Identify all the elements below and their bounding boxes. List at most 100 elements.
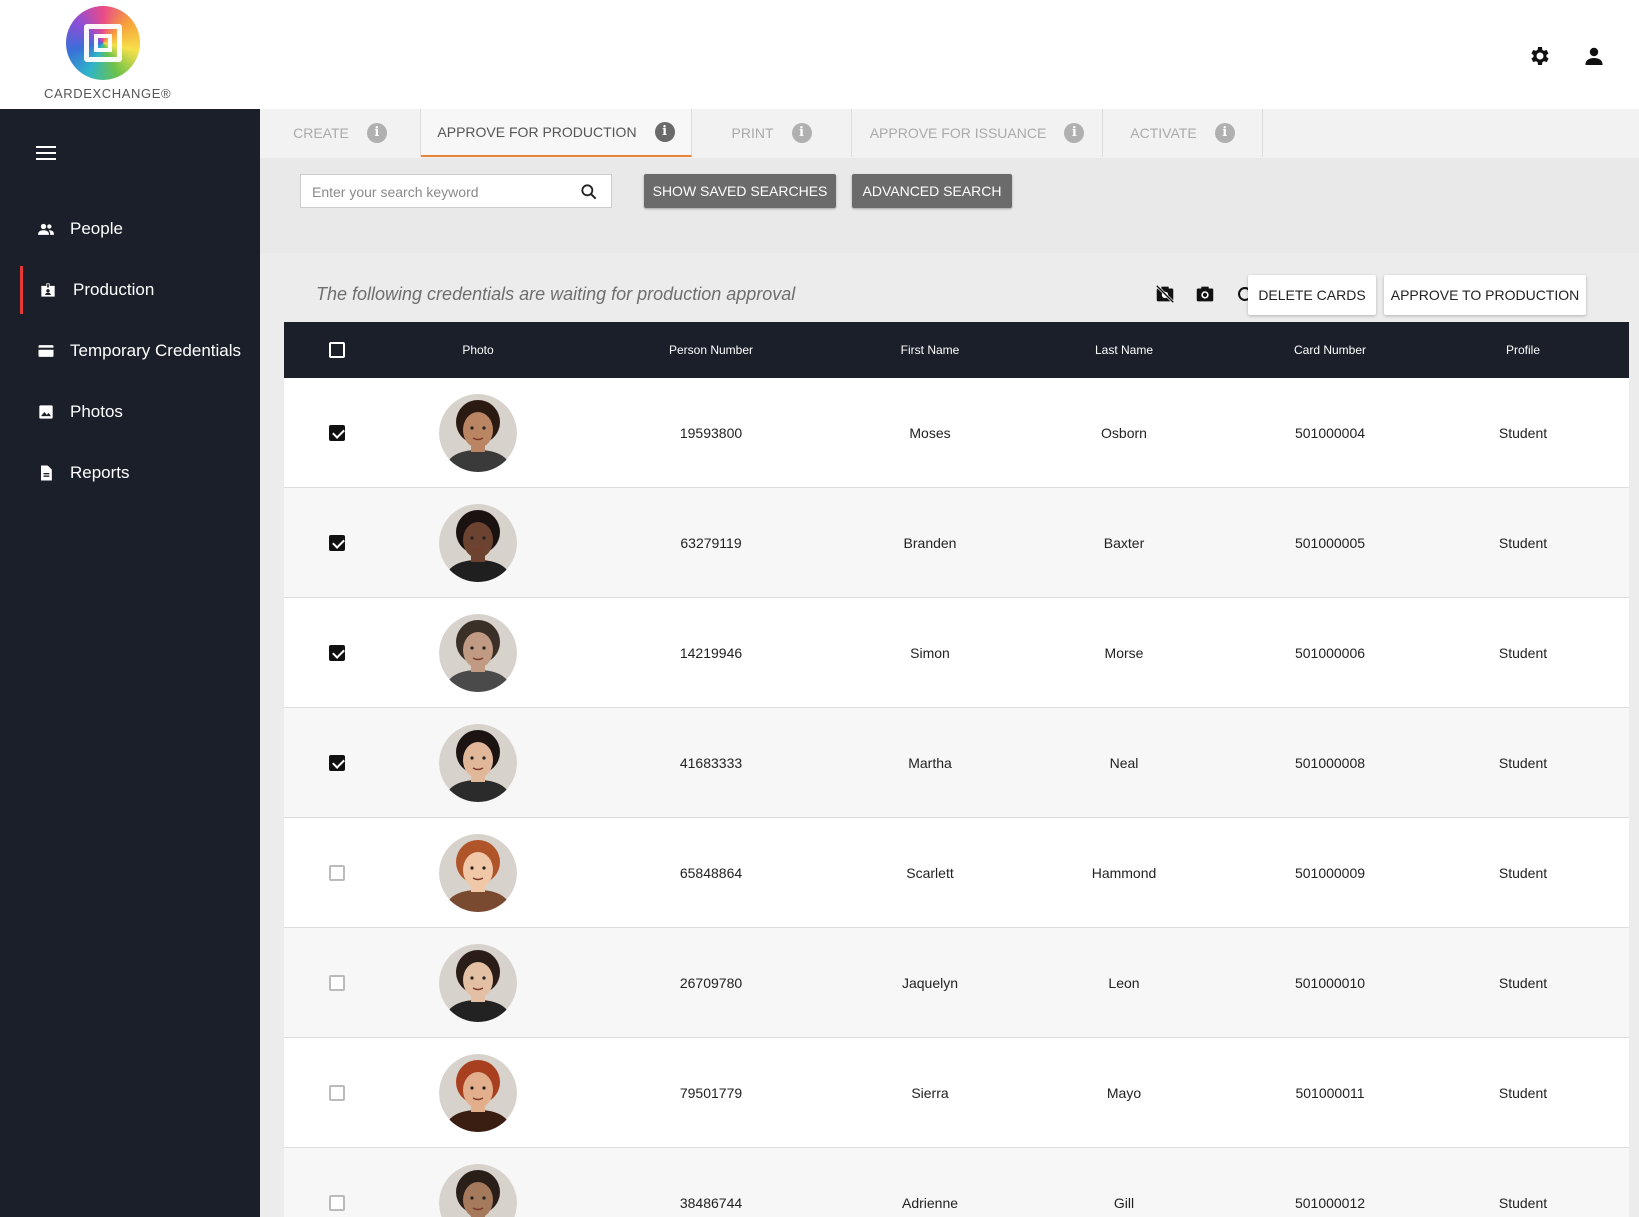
avatar[interactable] xyxy=(439,1164,517,1217)
info-icon[interactable]: i xyxy=(366,123,387,143)
sidebar-item-label: Photos xyxy=(70,402,123,421)
profile-cell: Student xyxy=(1498,1085,1548,1101)
tab-label: APPROVE FOR PRODUCTION xyxy=(437,124,637,140)
profile-cell: Student xyxy=(1498,535,1548,551)
search-bar: SHOW SAVED SEARCHES ADVANCED SEARCH xyxy=(260,158,1639,253)
last-name-cell: Morse xyxy=(1104,645,1144,661)
table-row[interactable]: 19593800 Moses Osborn 501000004 Student xyxy=(284,378,1629,488)
card-number-cell: 501000011 xyxy=(1295,1085,1365,1101)
sidebar-item-label: Temporary Credentials xyxy=(70,341,242,360)
tab-label: APPROVE FOR ISSUANCE xyxy=(869,125,1047,141)
content-area: The following credentials are waiting fo… xyxy=(260,253,1639,1217)
search-input[interactable] xyxy=(310,183,574,201)
search-icon[interactable] xyxy=(579,182,599,202)
column-header-last-name[interactable]: Last Name xyxy=(1095,322,1153,378)
people-icon xyxy=(38,223,54,235)
last-name-cell: Osborn xyxy=(1101,425,1147,441)
row-checkbox[interactable] xyxy=(329,535,345,551)
person-number-cell: 79501779 xyxy=(679,1085,743,1101)
avatar[interactable] xyxy=(439,504,517,582)
delete-cards-button[interactable]: DELETE CARDS xyxy=(1248,275,1376,315)
table-row[interactable]: 79501779 Sierra Mayo 501000011 Student xyxy=(284,1038,1629,1148)
tab-print[interactable]: PRINT i xyxy=(692,109,852,157)
cardexchange-logo[interactable]: CARDEXCHANGE® xyxy=(44,6,172,104)
profile-cell: Student xyxy=(1498,975,1548,991)
card-number-cell: 501000012 xyxy=(1294,1195,1366,1211)
document-icon xyxy=(41,465,52,481)
info-icon[interactable]: i xyxy=(791,123,812,143)
sidebar-item-label: Reports xyxy=(70,463,130,482)
card-number-cell: 501000004 xyxy=(1294,425,1366,441)
tab-create[interactable]: CREATE i xyxy=(260,109,421,157)
logo-text: CARDEXCHANGE® xyxy=(44,86,172,101)
row-checkbox[interactable] xyxy=(329,755,345,771)
first-name-cell: Scarlett xyxy=(906,865,954,881)
avatar[interactable] xyxy=(439,614,517,692)
card-number-cell: 501000009 xyxy=(1294,865,1366,881)
row-checkbox[interactable] xyxy=(329,1085,345,1101)
gear-icon[interactable] xyxy=(1527,44,1551,68)
column-header-photo[interactable]: Photo xyxy=(462,322,493,378)
table-row[interactable]: 41683333 Martha Neal 501000008 Student xyxy=(284,708,1629,818)
info-icon[interactable]: i xyxy=(1064,123,1085,143)
table-row[interactable]: 63279119 Branden Baxter 501000005 Student xyxy=(284,488,1629,598)
hamburger-menu-icon[interactable] xyxy=(36,145,56,161)
person-number-cell: 38486744 xyxy=(679,1195,743,1211)
tab-label: ACTIVATE xyxy=(1130,125,1197,141)
info-icon[interactable]: i xyxy=(654,122,675,142)
column-header-person-number[interactable]: Person Number xyxy=(669,322,753,378)
column-header-profile[interactable]: Profile xyxy=(1506,322,1540,378)
table-row[interactable]: 65848864 Scarlett Hammond 501000009 Student xyxy=(284,818,1629,928)
column-header-first-name[interactable]: First Name xyxy=(901,322,960,378)
avatar[interactable] xyxy=(439,834,517,912)
column-header-card-number[interactable]: Card Number xyxy=(1294,322,1366,378)
first-name-cell: Martha xyxy=(908,755,952,771)
first-name-cell: Jaquelyn xyxy=(901,975,959,991)
avatar[interactable] xyxy=(439,1054,517,1132)
row-checkbox[interactable] xyxy=(329,645,345,661)
info-icon[interactable]: i xyxy=(1214,123,1235,143)
credit-card-icon xyxy=(38,345,54,357)
table-header: Photo Person Number First Name Last Name… xyxy=(284,322,1629,378)
camera-icon[interactable] xyxy=(1194,283,1216,305)
sidebar-item-temporary-credentials[interactable]: Temporary Credentials xyxy=(0,327,260,375)
tab-activate[interactable]: ACTIVATE i xyxy=(1103,109,1263,157)
avatar[interactable] xyxy=(439,724,517,802)
workflow-tabs: CREATE i APPROVE FOR PRODUCTION i PRINT … xyxy=(260,109,1639,159)
card-number-cell: 501000006 xyxy=(1294,645,1366,661)
row-checkbox[interactable] xyxy=(329,425,345,441)
advanced-search-button[interactable]: ADVANCED SEARCH xyxy=(852,174,1012,208)
table-row[interactable]: 38486744 Adrienne Gill 501000012 Student xyxy=(284,1148,1629,1217)
sidebar-item-photos[interactable]: Photos xyxy=(0,388,260,436)
no-photo-icon[interactable] xyxy=(1154,283,1176,305)
table-row[interactable]: 14219946 Simon Morse 501000006 Student xyxy=(284,598,1629,708)
card-number-cell: 501000005 xyxy=(1294,535,1366,551)
sidebar-item-production[interactable]: Production xyxy=(0,266,260,314)
row-checkbox[interactable] xyxy=(329,975,345,991)
last-name-cell: Mayo xyxy=(1106,1085,1142,1101)
profile-cell: Student xyxy=(1498,865,1548,881)
account-icon[interactable] xyxy=(1582,44,1606,68)
approve-to-production-button[interactable]: APPROVE TO PRODUCTION xyxy=(1384,275,1586,315)
row-checkbox[interactable] xyxy=(329,1195,345,1211)
avatar[interactable] xyxy=(439,944,517,1022)
tab-approve-for-issuance[interactable]: APPROVE FOR ISSUANCE i xyxy=(852,109,1103,157)
credentials-table: Photo Person Number First Name Last Name… xyxy=(284,322,1629,1217)
table-row[interactable]: 26709780 Jaquelyn Leon 501000010 Student xyxy=(284,928,1629,1038)
first-name-cell: Moses xyxy=(909,425,951,441)
last-name-cell: Hammond xyxy=(1091,865,1157,881)
select-all-checkbox[interactable] xyxy=(329,342,345,358)
show-saved-searches-button[interactable]: SHOW SAVED SEARCHES xyxy=(644,174,836,208)
sidebar-item-people[interactable]: People xyxy=(0,205,260,253)
logo-mark-icon xyxy=(66,6,140,80)
person-number-cell: 41683333 xyxy=(679,755,743,771)
search-box xyxy=(300,174,612,208)
tab-label: PRINT xyxy=(731,125,774,141)
row-checkbox[interactable] xyxy=(329,865,345,881)
last-name-cell: Gill xyxy=(1113,1195,1135,1211)
sidebar-item-label: Production xyxy=(73,280,155,299)
card-number-cell: 501000008 xyxy=(1294,755,1366,771)
avatar[interactable] xyxy=(439,394,517,472)
tab-approve-for-production[interactable]: APPROVE FOR PRODUCTION i xyxy=(421,109,692,157)
sidebar-item-reports[interactable]: Reports xyxy=(0,449,260,497)
